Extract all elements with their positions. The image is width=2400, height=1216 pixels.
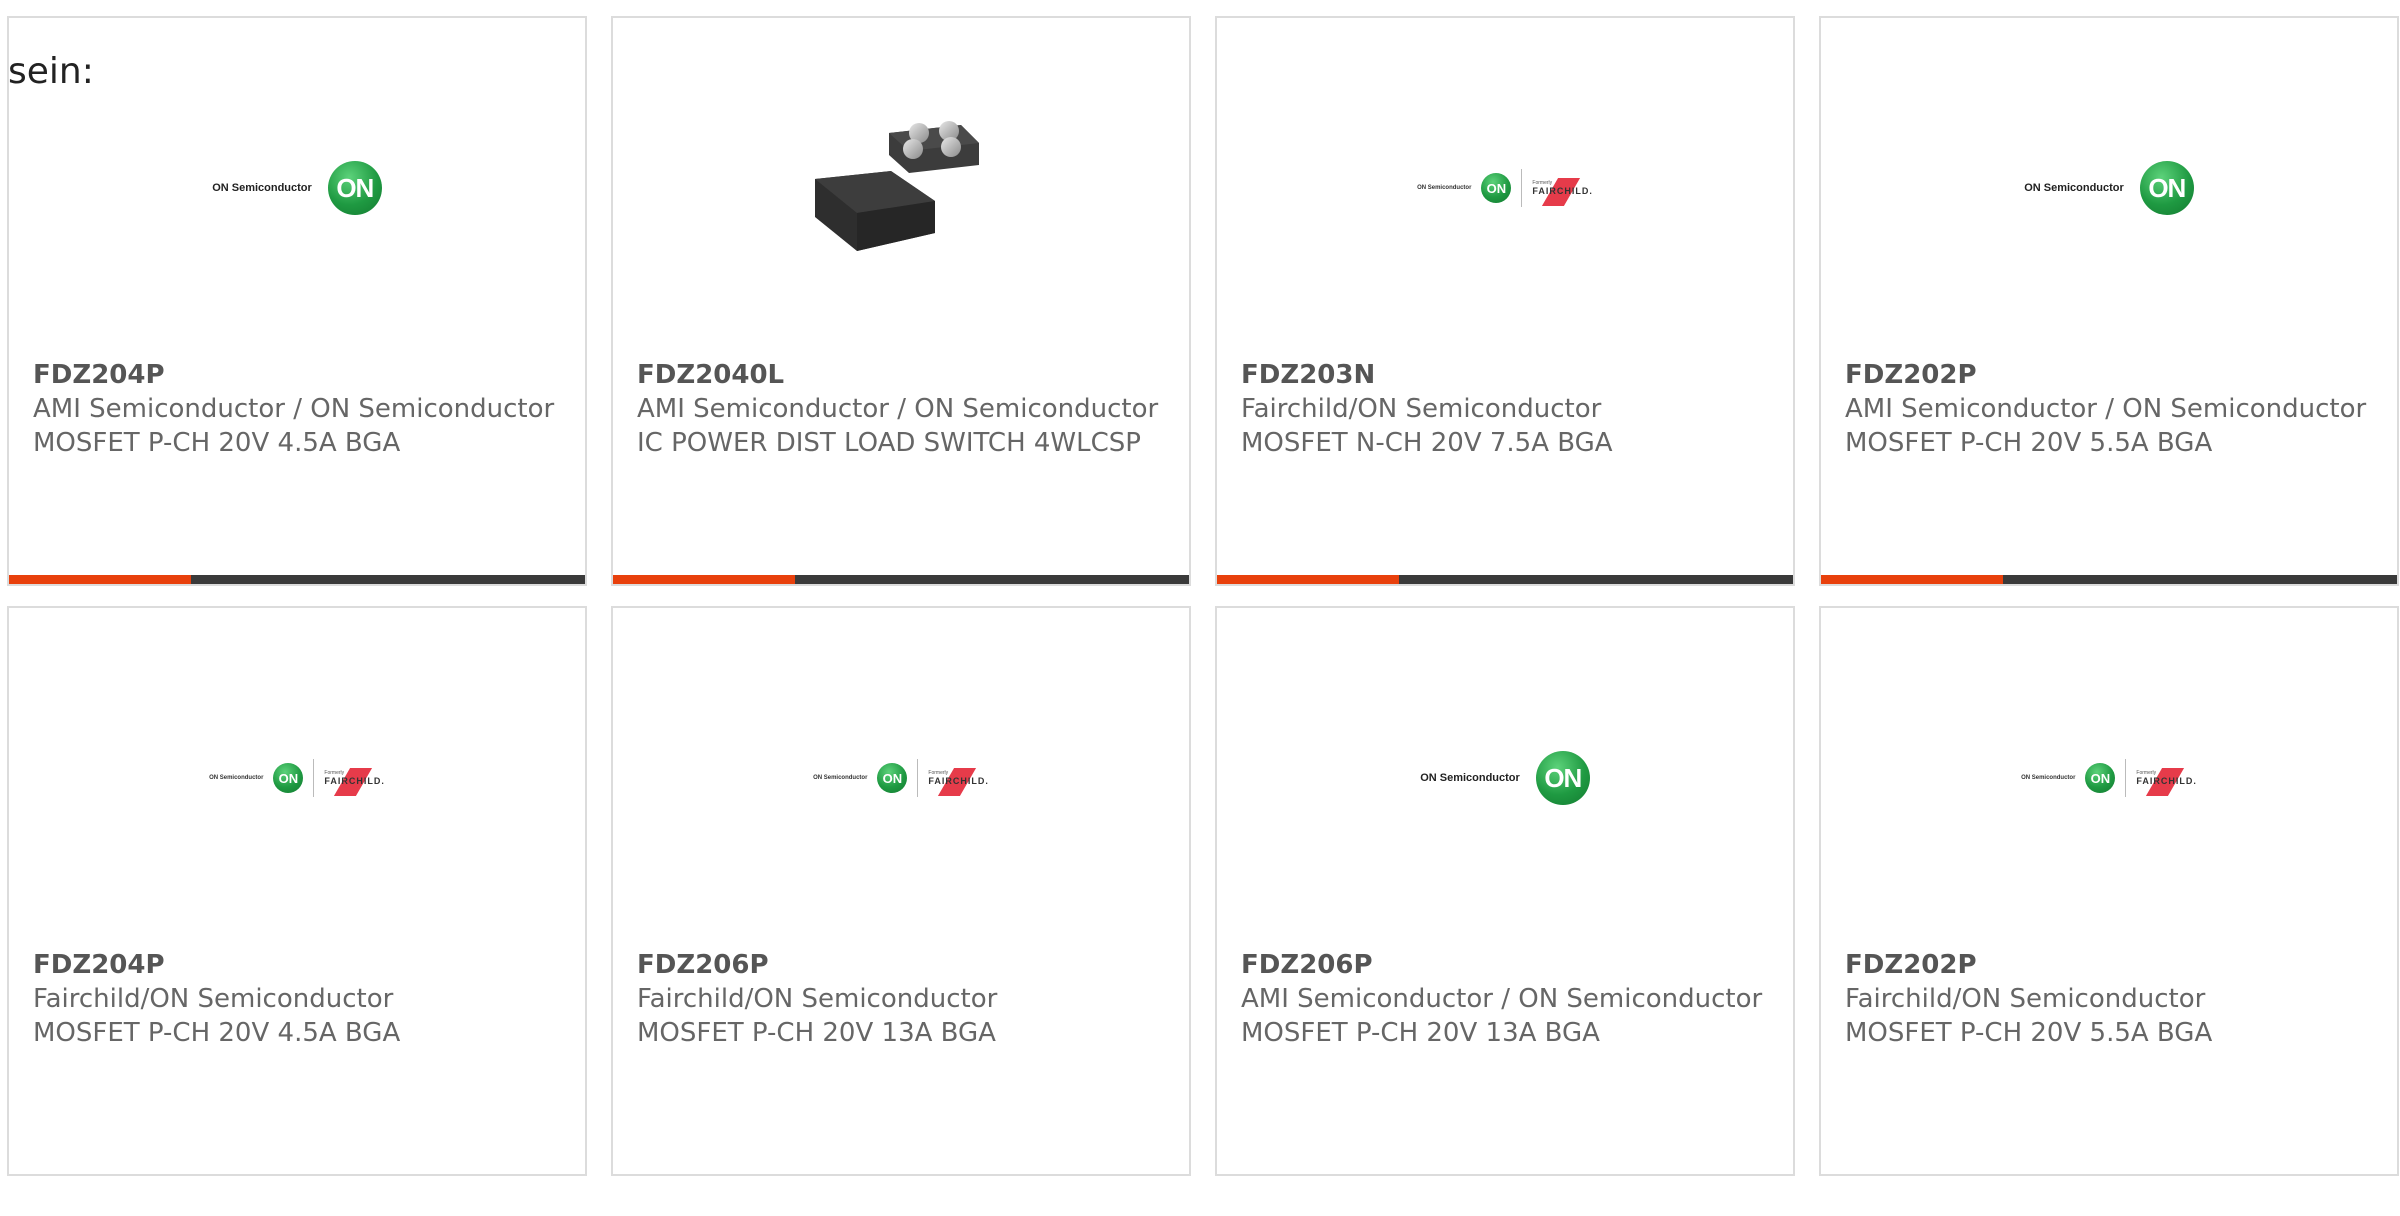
on-semiconductor-logo: ON Semiconductor ON [212, 161, 382, 215]
product-card[interactable]: ON Semiconductor ON Formerly FAIRCHILD. … [1819, 606, 2399, 1176]
part-number[interactable]: FDZ206P [1241, 948, 1769, 982]
product-card[interactable]: ON Semiconductor ON Formerly FAIRCHILD. … [611, 606, 1191, 1176]
fairchild-logo: Formerly FAIRCHILD. [928, 768, 989, 796]
on-logo-icon: ON [877, 763, 908, 793]
part-number[interactable]: FDZ203N [1241, 358, 1769, 392]
product-image [613, 68, 1189, 308]
logo-text: ON Semiconductor [2021, 775, 2076, 781]
logo-text: ON Semiconductor [1417, 185, 1472, 191]
product-card[interactable]: ON Semiconductor ON FDZ204P AMI Semicond… [7, 16, 587, 586]
product-image: ON Semiconductor ON Formerly FAIRCHILD. [9, 658, 585, 898]
product-grid: ON Semiconductor ON FDZ204P AMI Semicond… [7, 16, 2400, 1216]
product-info: FDZ204P Fairchild/ON Semiconductor MOSFE… [33, 948, 561, 1050]
fairchild-logo: Formerly FAIRCHILD. [2136, 768, 2197, 796]
card-bottom-bar [1821, 575, 2397, 584]
on-fairchild-logo: ON Semiconductor ON Formerly FAIRCHILD. [2021, 759, 2197, 797]
on-fairchild-logo: ON Semiconductor ON Formerly FAIRCHILD. [209, 759, 385, 797]
card-bar-accent [9, 575, 191, 584]
on-logo-icon: ON [327, 161, 382, 215]
product-image: ON Semiconductor ON Formerly FAIRCHILD. [1217, 68, 1793, 308]
product-image: ON Semiconductor ON [9, 68, 585, 308]
manufacturer: AMI Semiconductor / ON Semiconductor [1845, 394, 2367, 424]
card-bar-accent [1217, 575, 1399, 584]
product-card[interactable]: ON Semiconductor ON FDZ202P AMI Semicond… [1819, 16, 2399, 586]
manufacturer: AMI Semiconductor / ON Semiconductor [33, 394, 555, 424]
fairchild-wordmark: FAIRCHILD. [2136, 768, 2197, 796]
part-number[interactable]: FDZ204P [33, 948, 561, 982]
product-info: FDZ206P Fairchild/ON Semiconductor MOSFE… [637, 948, 1165, 1050]
logo-text: ON Semiconductor [209, 775, 264, 781]
fairchild-wordmark: FAIRCHILD. [928, 768, 989, 796]
product-card[interactable]: FDZ2040L AMI Semiconductor / ON Semicond… [611, 16, 1191, 586]
product-card[interactable]: ON Semiconductor ON Formerly FAIRCHILD. … [7, 606, 587, 1176]
part-number[interactable]: FDZ204P [33, 358, 561, 392]
description: MOSFET P-CH 20V 13A BGA [1241, 1018, 1600, 1048]
on-logo-icon: ON [1481, 173, 1512, 203]
manufacturer: Fairchild/ON Semiconductor [637, 984, 998, 1014]
product-card[interactable]: ON Semiconductor ON FDZ206P AMI Semicond… [1215, 606, 1795, 1176]
product-info: FDZ204P AMI Semiconductor / ON Semicondu… [33, 358, 561, 460]
part-number[interactable]: FDZ202P [1845, 948, 2373, 982]
description: MOSFET N-CH 20V 7.5A BGA [1241, 428, 1613, 458]
manufacturer: Fairchild/ON Semiconductor [33, 984, 394, 1014]
manufacturer: AMI Semiconductor / ON Semiconductor [637, 394, 1159, 424]
product-image: ON Semiconductor ON Formerly FAIRCHILD. [613, 658, 1189, 898]
manufacturer: AMI Semiconductor / ON Semiconductor [1241, 984, 1763, 1014]
card-bottom-bar [9, 575, 585, 584]
card-bar-accent [1821, 575, 2003, 584]
logo-text: ON Semiconductor [212, 182, 312, 194]
description: MOSFET P-CH 20V 5.5A BGA [1845, 1018, 2213, 1048]
part-number[interactable]: FDZ202P [1845, 358, 2373, 392]
description: MOSFET P-CH 20V 4.5A BGA [33, 428, 401, 458]
card-bottom-bar [613, 575, 1189, 584]
product-info: FDZ202P AMI Semiconductor / ON Semicondu… [1845, 358, 2373, 460]
logo-text: ON Semiconductor [1420, 772, 1520, 784]
fairchild-wordmark: FAIRCHILD. [1532, 178, 1593, 206]
product-image: ON Semiconductor ON [1217, 658, 1793, 898]
fairchild-logo: Formerly FAIRCHILD. [1532, 178, 1593, 206]
description: MOSFET P-CH 20V 13A BGA [637, 1018, 996, 1048]
on-fairchild-logo: ON Semiconductor ON Formerly FAIRCHILD. [1417, 169, 1593, 207]
fairchild-logo: Formerly FAIRCHILD. [324, 768, 385, 796]
card-bottom-bar [1217, 575, 1793, 584]
on-logo-icon: ON [273, 763, 304, 793]
description: MOSFET P-CH 20V 5.5A BGA [1845, 428, 2213, 458]
product-info: FDZ203N Fairchild/ON Semiconductor MOSFE… [1241, 358, 1769, 460]
card-bar-accent [613, 575, 795, 584]
part-number[interactable]: FDZ206P [637, 948, 1165, 982]
description: MOSFET P-CH 20V 4.5A BGA [33, 1018, 401, 1048]
chip-package-icon [815, 121, 979, 251]
on-semiconductor-logo: ON Semiconductor ON [2024, 161, 2194, 215]
logo-divider [1521, 169, 1523, 207]
part-number[interactable]: FDZ2040L [637, 358, 1165, 392]
on-logo-icon: ON [2085, 763, 2116, 793]
logo-divider [313, 759, 315, 797]
logo-divider [2125, 759, 2127, 797]
manufacturer: Fairchild/ON Semiconductor [1241, 394, 1602, 424]
product-info: FDZ2040L AMI Semiconductor / ON Semicond… [637, 358, 1165, 460]
on-logo-icon: ON [2139, 161, 2194, 215]
logo-text: ON Semiconductor [2024, 182, 2124, 194]
fairchild-wordmark: FAIRCHILD. [324, 768, 385, 796]
product-image: ON Semiconductor ON Formerly FAIRCHILD. [1821, 658, 2397, 898]
description: IC POWER DIST LOAD SWITCH 4WLCSP [637, 428, 1141, 458]
intro-text: sein: [8, 51, 94, 92]
logo-divider [917, 759, 919, 797]
on-semiconductor-logo: ON Semiconductor ON [1420, 751, 1590, 805]
on-logo-icon: ON [1535, 751, 1590, 805]
product-info: FDZ202P Fairchild/ON Semiconductor MOSFE… [1845, 948, 2373, 1050]
logo-text: ON Semiconductor [813, 775, 868, 781]
product-image: ON Semiconductor ON [1821, 68, 2397, 308]
on-fairchild-logo: ON Semiconductor ON Formerly FAIRCHILD. [813, 759, 989, 797]
product-card[interactable]: ON Semiconductor ON Formerly FAIRCHILD. … [1215, 16, 1795, 586]
manufacturer: Fairchild/ON Semiconductor [1845, 984, 2206, 1014]
product-info: FDZ206P AMI Semiconductor / ON Semicondu… [1241, 948, 1769, 1050]
